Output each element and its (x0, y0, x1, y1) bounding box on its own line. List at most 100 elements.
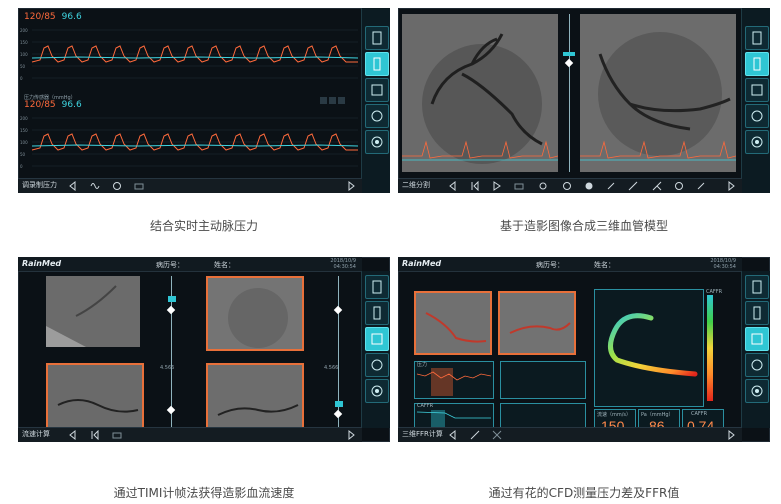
svg-text:0: 0 (20, 164, 23, 169)
ruler-button[interactable] (745, 301, 769, 325)
app-logo: RainMed (402, 259, 442, 268)
chart-button[interactable] (365, 78, 389, 102)
vessel-tool-icon[interactable] (470, 430, 480, 440)
panel-timi-flow: RainMed 病历号： 姓名： 2018/10/9 04:30:54 4.566… (18, 257, 390, 442)
left-slider-handle-bottom[interactable] (166, 405, 176, 415)
chart-button[interactable] (745, 327, 769, 351)
panel-aortic-pressure: 120/85 96.6 200 150 100 50 0 120/85 96.6 压力传感器… (18, 8, 390, 193)
brightness-icon[interactable] (538, 181, 548, 191)
3d-vessel-model (608, 313, 698, 377)
right-slider-marker (335, 401, 343, 407)
target-button[interactable] (365, 130, 389, 154)
camera-icon[interactable] (134, 181, 144, 191)
clock-button[interactable] (745, 104, 769, 128)
target-button[interactable] (365, 379, 389, 403)
bottom-toolbar: 三维FFR计算 (398, 427, 742, 442)
adjust-icon[interactable] (584, 181, 594, 191)
header-datetime: 2018/10/9 04:30:54 (710, 258, 736, 270)
header-datetime: 2018/10/9 04:30:54 (330, 258, 356, 270)
camera-icon[interactable] (112, 430, 122, 440)
document-button[interactable] (745, 275, 769, 299)
clock-button[interactable] (745, 353, 769, 377)
vessel-icon[interactable] (628, 181, 638, 191)
clock-button[interactable] (365, 353, 389, 377)
vessel-frame-left-image (416, 293, 490, 353)
right-toolbar (361, 271, 390, 428)
slider-marker (563, 52, 575, 56)
svg-text:100: 100 (20, 52, 28, 57)
target-button[interactable] (745, 379, 769, 403)
camera-icon[interactable] (514, 181, 524, 191)
next-icon[interactable] (346, 181, 356, 191)
left-slider-marker (168, 296, 176, 302)
panel-3d-vessel: 二维分割 (398, 8, 770, 193)
tool-icon[interactable] (696, 181, 706, 191)
chart-button[interactable] (365, 327, 389, 351)
branch-icon[interactable] (652, 181, 662, 191)
slider-handle[interactable] (564, 58, 574, 68)
document-button[interactable] (365, 275, 389, 299)
document-button[interactable] (745, 26, 769, 50)
left-slider-handle-top[interactable] (166, 305, 176, 315)
ffr-color-scale (707, 295, 713, 401)
next-icon[interactable] (726, 430, 736, 440)
ecg-strip-left (402, 140, 558, 161)
right-toolbar (741, 271, 770, 428)
ruler-button[interactable] (365, 52, 389, 76)
zoom-in-icon[interactable] (329, 97, 336, 104)
vessel-frame-left (414, 291, 492, 355)
panel-cfd-ffr: RainMed 病历号： 姓名： 2018/10/9 04:30:54 压力 CA… (398, 257, 770, 442)
right-mid-label: 4.566 (324, 365, 339, 371)
zoom-out-icon[interactable] (338, 97, 345, 104)
next-icon[interactable] (346, 430, 356, 440)
previous-icon[interactable] (68, 430, 78, 440)
settings-icon[interactable] (112, 181, 122, 191)
next-icon[interactable] (726, 181, 736, 191)
svg-text:0: 0 (20, 76, 23, 81)
collapse-icon[interactable] (320, 97, 327, 104)
2d-segmentation-label: 二维分割 (402, 181, 430, 189)
document-icon (372, 31, 382, 45)
clock-button[interactable] (365, 104, 389, 128)
ruler-icon (753, 306, 761, 320)
clock-icon (751, 359, 763, 371)
wave-icon[interactable] (90, 181, 100, 191)
edit-icon[interactable] (606, 181, 616, 191)
ruler-button[interactable] (745, 52, 769, 76)
pressure-chart (416, 368, 492, 396)
caption-cfd-ffr: 通过有花的CFD测量压力差及FFR值 (488, 486, 680, 500)
pressure-chart-box: 压力 (414, 361, 494, 399)
svg-text:50: 50 (20, 64, 26, 69)
frame-top-right-image (208, 278, 302, 349)
app-logo: RainMed (22, 259, 62, 268)
zoom-controls (320, 89, 345, 108)
gauge-icon[interactable] (674, 181, 684, 191)
ruler-button[interactable] (365, 301, 389, 325)
data-table-top (500, 361, 586, 399)
right-slider-handle-bottom[interactable] (333, 409, 343, 419)
previous-icon[interactable] (448, 181, 458, 191)
right-toolbar (361, 8, 390, 193)
frame-slider[interactable] (569, 14, 570, 172)
previous-icon[interactable] (448, 430, 458, 440)
target-button[interactable] (745, 130, 769, 154)
previous-icon[interactable] (68, 181, 78, 191)
flow-calc-label: 流速计算 (22, 430, 50, 438)
rewind-icon[interactable] (470, 181, 480, 191)
3d-ffr-calc-label: 三维FFR计算 (402, 430, 443, 438)
clock-icon (371, 110, 383, 122)
rewind-icon[interactable] (90, 430, 100, 440)
document-button[interactable] (365, 26, 389, 50)
chart-button[interactable] (745, 78, 769, 102)
caption-timi-flow: 通过TIMI计帧法获得造影血流速度 (113, 486, 295, 500)
mid-spo2: 96.6 (61, 100, 82, 110)
record-pressure-label: 调录制压力 (22, 181, 57, 189)
flow-label: 流速（mm/s） (597, 412, 632, 418)
3d-vessel-view[interactable] (594, 289, 704, 407)
frame-bottom-left-image (48, 365, 142, 435)
play-icon[interactable] (492, 181, 502, 191)
patient-name-label: 姓名： (214, 261, 235, 269)
cut-icon[interactable] (492, 430, 502, 440)
contrast-icon[interactable] (562, 181, 572, 191)
right-slider-handle-top[interactable] (333, 305, 343, 315)
